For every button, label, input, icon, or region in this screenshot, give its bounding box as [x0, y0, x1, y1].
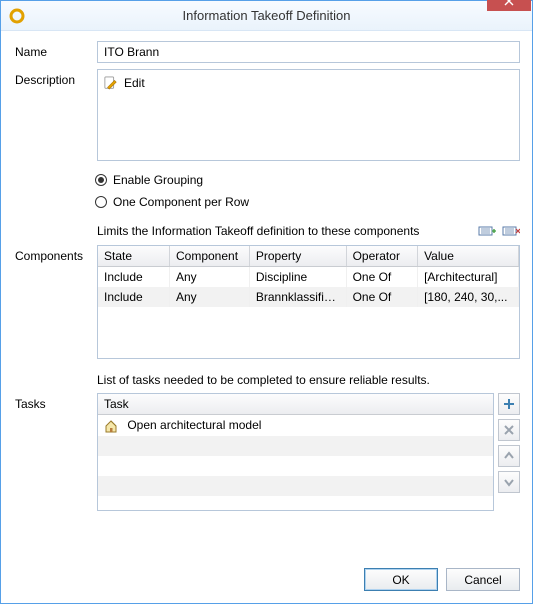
tasks-grid[interactable]: Task Open architectural model	[97, 393, 494, 511]
description-label: Description	[15, 69, 87, 87]
dialog-footer: OK Cancel	[1, 558, 532, 603]
cancel-button[interactable]: Cancel	[446, 568, 520, 591]
window-title: Information Takeoff Definition	[1, 8, 532, 23]
col-operator[interactable]: Operator	[346, 246, 417, 267]
one-component-per-row-radio[interactable]: One Component per Row	[95, 195, 249, 209]
components-header-row: State Component Property Operator Value	[98, 246, 519, 267]
col-value[interactable]: Value	[418, 246, 519, 267]
task-label: Open architectural model	[127, 418, 261, 432]
title-bar: Information Takeoff Definition	[1, 1, 532, 31]
name-input[interactable]	[97, 41, 520, 63]
edit-label: Edit	[124, 76, 145, 90]
col-property[interactable]: Property	[249, 246, 346, 267]
table-row[interactable]: Open architectural model	[98, 415, 493, 436]
add-component-rule-icon[interactable]	[478, 223, 496, 239]
col-state[interactable]: State	[98, 246, 169, 267]
move-up-button[interactable]	[498, 445, 520, 467]
col-component[interactable]: Component	[169, 246, 249, 267]
enable-grouping-radio[interactable]: Enable Grouping	[95, 173, 249, 187]
delete-task-button[interactable]	[498, 419, 520, 441]
edit-description-link[interactable]: Edit	[104, 76, 513, 90]
components-limits-text: Limits the Information Takeoff definitio…	[97, 224, 478, 238]
dialog-window: Information Takeoff Definition Name Desc…	[0, 0, 533, 604]
components-label: Components	[15, 245, 87, 263]
col-task[interactable]: Task	[98, 394, 493, 415]
pencil-icon	[104, 76, 118, 90]
tasks-intro-text: List of tasks needed to be completed to …	[97, 371, 520, 387]
description-box[interactable]: Edit	[97, 69, 520, 161]
close-button[interactable]	[487, 0, 531, 11]
one-per-row-label: One Component per Row	[113, 195, 249, 209]
add-task-button[interactable]	[498, 393, 520, 415]
ok-button[interactable]: OK	[364, 568, 438, 591]
enable-grouping-label: Enable Grouping	[113, 173, 203, 187]
components-grid[interactable]: State Component Property Operator Value …	[97, 245, 520, 359]
house-icon	[104, 419, 118, 433]
remove-component-rule-icon[interactable]	[502, 223, 520, 239]
tasks-label: Tasks	[15, 393, 87, 411]
app-icon	[9, 8, 25, 24]
name-label: Name	[15, 41, 87, 59]
table-row[interactable]: Include Any Discipline One Of [Architect…	[98, 267, 519, 288]
move-down-button[interactable]	[498, 471, 520, 493]
table-row[interactable]: Include Any Brannklassifise... One Of [1…	[98, 287, 519, 307]
